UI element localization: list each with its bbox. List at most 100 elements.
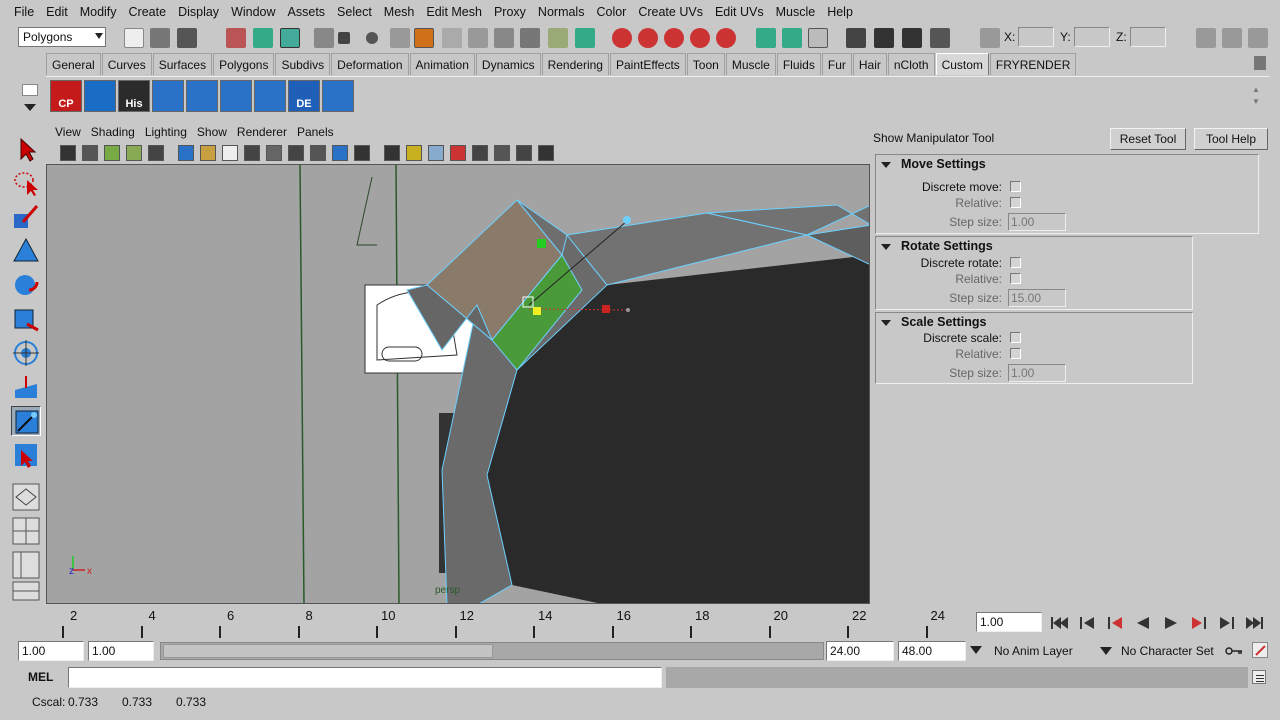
menu-muscle[interactable]: Muscle — [770, 0, 822, 24]
menu-file[interactable]: File — [8, 0, 40, 24]
select-camera-icon[interactable] — [60, 145, 76, 161]
resolution-gate-icon[interactable] — [244, 145, 260, 161]
menu-normals[interactable]: Normals — [532, 0, 591, 24]
collapse-triangle-icon[interactable] — [881, 320, 891, 326]
range-slider-track[interactable] — [160, 642, 824, 660]
start-time-field[interactable]: 1.00 — [18, 641, 84, 661]
menu-create[interactable]: Create — [123, 0, 173, 24]
xray-joints-icon[interactable] — [516, 145, 532, 161]
go-to-start-button[interactable] — [1048, 614, 1070, 632]
shelf-button-7[interactable] — [254, 80, 286, 112]
shelf-tab-menu-icon[interactable] — [22, 84, 38, 96]
select-hierarchy-icon[interactable] — [226, 28, 246, 48]
shelf-tab-deformation[interactable]: Deformation — [331, 53, 409, 75]
shelf-tab-hair[interactable]: Hair — [852, 53, 887, 75]
move-tool[interactable] — [11, 236, 41, 266]
shelf-tab-polygons[interactable]: Polygons — [213, 53, 275, 75]
select-component-icon[interactable] — [280, 28, 300, 48]
shelf-tab-fur[interactable]: Fur — [821, 53, 852, 75]
discrete-scale-checkbox[interactable] — [1010, 332, 1021, 343]
command-language-label[interactable]: MEL — [28, 670, 53, 684]
use-default-material-icon[interactable] — [384, 145, 400, 161]
shelf-button-3[interactable]: His — [118, 80, 150, 112]
menu-color[interactable]: Color — [590, 0, 632, 24]
image-plane-icon[interactable] — [126, 145, 142, 161]
current-time-field[interactable]: 1.00 — [976, 612, 1042, 632]
snap-to-point-icon[interactable] — [664, 28, 684, 48]
xray-icon[interactable] — [494, 145, 510, 161]
shelf-tab-fluids[interactable]: Fluids — [776, 53, 821, 75]
layout-four-pane[interactable] — [11, 516, 41, 546]
gate-mask-icon[interactable] — [266, 145, 282, 161]
select-by-curve-icon[interactable] — [390, 28, 410, 48]
pick-mask-icon[interactable] — [314, 28, 334, 48]
step-forward-button[interactable] — [1216, 614, 1238, 632]
tool-settings-icon[interactable] — [1222, 28, 1242, 48]
soft-modification-tool[interactable] — [11, 372, 41, 402]
select-by-rendering-icon[interactable] — [494, 28, 514, 48]
snap-to-grid-icon[interactable] — [612, 28, 632, 48]
menu-window[interactable]: Window — [225, 0, 281, 24]
highlight-selection-icon[interactable] — [575, 28, 595, 48]
range-slider-handle[interactable] — [163, 644, 493, 658]
shelf-tab-custom[interactable]: Custom — [935, 53, 989, 75]
lock-selection-icon[interactable] — [548, 28, 568, 48]
menu-proxy[interactable]: Proxy — [488, 0, 532, 24]
use-lights-icon[interactable] — [428, 145, 444, 161]
shelf-tab-fryrender[interactable]: FRYRENDER — [989, 53, 1077, 75]
scale-step-field[interactable]: 1.00 — [1008, 364, 1066, 382]
shelf-tab-curves[interactable]: Curves — [101, 53, 152, 75]
chevron-down-icon[interactable] — [24, 104, 36, 111]
rotate-tool[interactable] — [11, 270, 41, 300]
menu-edit-mesh[interactable]: Edit Mesh — [420, 0, 488, 24]
menu-modify[interactable]: Modify — [74, 0, 123, 24]
play-backward-button[interactable] — [1132, 614, 1154, 632]
snap-to-view-plane-icon[interactable] — [690, 28, 710, 48]
collapse-triangle-icon[interactable] — [881, 162, 891, 168]
panel-menu-panels[interactable]: Panels — [292, 125, 339, 139]
grid-icon[interactable] — [200, 145, 216, 161]
perspective-viewport[interactable]: persp x z — [46, 164, 870, 604]
shelf-button-5[interactable] — [186, 80, 218, 112]
bookmark-icon[interactable] — [104, 145, 120, 161]
output-ops-icon[interactable] — [782, 28, 802, 48]
new-scene-icon[interactable] — [124, 28, 144, 48]
move-relative-checkbox[interactable] — [1010, 197, 1021, 208]
panel-menu-show[interactable]: Show — [192, 125, 232, 139]
render-view-icon[interactable] — [846, 28, 866, 48]
anim-layer-menu-icon[interactable] — [970, 646, 982, 654]
save-scene-icon[interactable] — [177, 28, 197, 48]
collapse-triangle-icon[interactable] — [881, 244, 891, 250]
universal-manipulator-tool[interactable] — [11, 338, 41, 368]
select-misc-icon[interactable] — [520, 28, 540, 48]
shelf-menu[interactable] — [18, 80, 42, 116]
isolate-select-icon[interactable] — [472, 145, 488, 161]
textured-icon[interactable] — [406, 145, 422, 161]
animation-preferences-button[interactable] — [1252, 642, 1268, 658]
menu-set-dropdown[interactable]: Polygons — [18, 27, 106, 47]
grease-pencil-icon[interactable] — [178, 145, 194, 161]
step-back-button[interactable] — [1076, 614, 1098, 632]
select-by-handle-icon[interactable] — [338, 32, 350, 44]
menu-edit[interactable]: Edit — [40, 0, 74, 24]
select-by-deformation-icon[interactable] — [442, 28, 462, 48]
play-forward-button[interactable] — [1160, 614, 1182, 632]
construction-history-icon[interactable] — [808, 28, 828, 48]
shelf-button-2[interactable] — [84, 80, 116, 112]
layout-single-pane[interactable] — [11, 482, 41, 512]
move-settings-header[interactable]: Move Settings — [876, 155, 1258, 175]
shelf-tab-ncloth[interactable]: nCloth — [887, 53, 935, 75]
playback-end-field[interactable]: 24.00 — [826, 641, 894, 661]
make-live-icon[interactable] — [716, 28, 736, 48]
render-settings-icon[interactable] — [930, 28, 950, 48]
time-slider[interactable]: 2 4 6 8 10 12 14 16 18 20 22 24 — [18, 606, 972, 640]
anim-layer-dropdown[interactable]: No Anim Layer — [990, 640, 1114, 662]
safe-action-icon[interactable] — [310, 145, 326, 161]
discrete-rotate-checkbox[interactable] — [1010, 257, 1021, 268]
render-current-frame-icon[interactable] — [874, 28, 894, 48]
shelf-tab-dynamics[interactable]: Dynamics — [475, 53, 541, 75]
attribute-editor-icon[interactable] — [1196, 28, 1216, 48]
lasso-tool[interactable] — [11, 168, 41, 198]
layout-outliner-pane[interactable] — [11, 550, 41, 580]
wireframe-on-shaded-icon[interactable] — [538, 145, 554, 161]
